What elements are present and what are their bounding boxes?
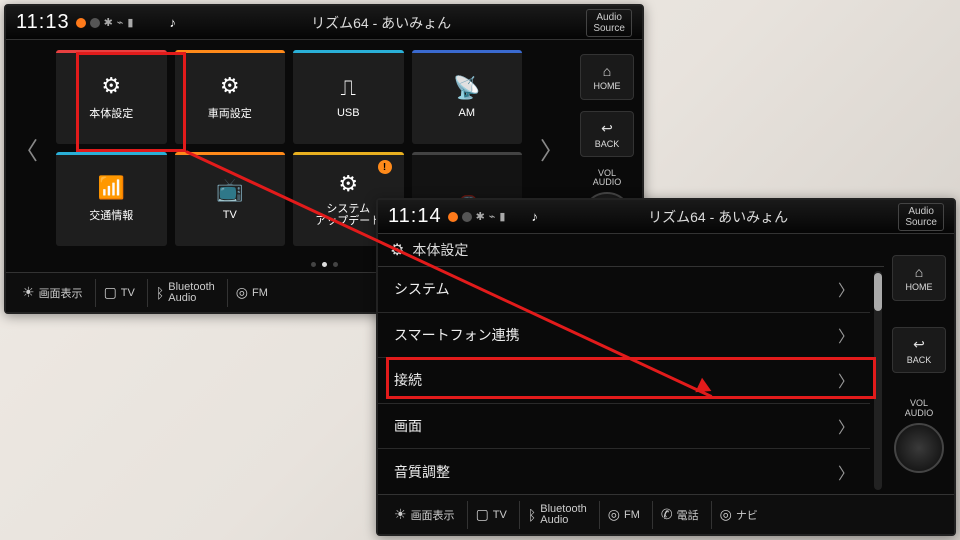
- back-icon: ↩: [601, 120, 613, 137]
- tile-label: 車両設定: [208, 105, 252, 121]
- tile-label: 本体設定: [89, 105, 133, 121]
- audio-source-button[interactable]: Audio Source: [898, 203, 944, 231]
- row-connection[interactable]: 接続〉: [378, 358, 870, 404]
- music-note-icon: ♪: [169, 15, 176, 30]
- back-button[interactable]: ↩BACK: [580, 111, 634, 157]
- radio-icon: ◎: [608, 506, 620, 523]
- tile-usb[interactable]: ⎍ USB: [293, 50, 404, 144]
- settings-header: ⚙ 本体設定: [378, 234, 884, 267]
- brightness-icon: ☀: [394, 506, 407, 523]
- gear-icon: ⚙: [338, 171, 358, 197]
- brightness-button[interactable]: ☀画面表示: [386, 501, 463, 529]
- status-bar: 11:13 ✱ ⌁ ▮ ♪ リズム64 - あいみょん Audio Source: [6, 6, 642, 40]
- status-bar: 11:14 ✱ ⌁ ▮ ♪ リズム64 - あいみょん Audio Source: [378, 200, 954, 234]
- clock: 11:14: [388, 205, 442, 228]
- now-playing[interactable]: リズム64 - あいみょん: [544, 207, 892, 227]
- antenna-icon: 📡: [453, 75, 480, 101]
- settings-list: システム〉 スマートフォン連携〉 接続〉 画面〉 音質調整〉: [378, 267, 884, 494]
- wifi-icon: ⌁: [117, 16, 124, 29]
- audio-source-button[interactable]: Audio Source: [586, 9, 632, 37]
- status-icons: ✱ ⌁ ▮: [448, 210, 506, 223]
- page-prev-button[interactable]: 〈: [6, 40, 46, 256]
- tile-label: AM: [459, 107, 476, 119]
- back-icon: ↩: [913, 336, 925, 353]
- brightness-icon: ☀: [22, 284, 35, 301]
- status-icons: ✱ ⌁ ▮: [76, 16, 134, 29]
- tile-label: 交通情報: [89, 207, 133, 223]
- row-sound[interactable]: 音質調整〉: [378, 449, 870, 494]
- signal-icon: ▮: [127, 16, 133, 29]
- volume-label: VOL AUDIO: [593, 169, 622, 189]
- chevron-right-icon: 〉: [838, 414, 854, 438]
- hardware-side-panel: ⌂HOME ↩BACK VOL AUDIO: [884, 234, 954, 494]
- compass-icon: ◎: [720, 506, 732, 523]
- back-button[interactable]: ↩BACK: [892, 327, 946, 373]
- tile-body-settings[interactable]: ⚙ 本体設定: [56, 50, 167, 144]
- tv-icon: 📺: [216, 177, 243, 203]
- status-dot-grey: [462, 212, 472, 222]
- fm-shortcut[interactable]: ◎FM: [599, 501, 648, 529]
- status-dot-orange: [76, 18, 86, 28]
- bluetooth-icon: ᛒ: [156, 285, 164, 301]
- tile-am[interactable]: 📡 AM: [412, 50, 523, 144]
- home-icon: ⌂: [915, 264, 923, 280]
- music-note-icon: ♪: [531, 209, 538, 224]
- bottom-bar: ☀画面表示 ▢TV ᛒBluetooth Audio ◎FM ✆電話 ◎ナビ: [378, 494, 954, 534]
- bluetooth-icon: ✱: [476, 210, 485, 223]
- tile-traffic-info[interactable]: 📶 交通情報: [56, 152, 167, 246]
- wifi-icon: ⌁: [489, 210, 496, 223]
- scrollbar-thumb[interactable]: [874, 273, 882, 311]
- bt-audio-shortcut[interactable]: ᛒBluetooth Audio: [147, 279, 223, 307]
- tile-tv[interactable]: 📺 TV: [175, 152, 286, 246]
- volume-label: VOL AUDIO: [905, 399, 934, 419]
- gear-icon: ⚙: [101, 73, 121, 99]
- bluetooth-icon: ✱: [104, 16, 113, 29]
- fm-shortcut[interactable]: ◎FM: [227, 279, 276, 307]
- row-smartphone-link[interactable]: スマートフォン連携〉: [378, 313, 870, 359]
- tile-vehicle-settings[interactable]: ⚙ 車両設定: [175, 50, 286, 144]
- tv-shortcut[interactable]: ▢TV: [467, 501, 515, 529]
- volume-dial[interactable]: [894, 423, 944, 473]
- usb-icon: ⎍: [341, 75, 356, 101]
- settings-screen: 11:14 ✱ ⌁ ▮ ♪ リズム64 - あいみょん Audio Source…: [376, 198, 956, 536]
- tv-shortcut[interactable]: ▢TV: [95, 279, 143, 307]
- tv-icon: ▢: [104, 284, 117, 301]
- row-display[interactable]: 画面〉: [378, 404, 870, 450]
- home-icon: ⌂: [603, 63, 611, 79]
- navi-shortcut[interactable]: ◎ナビ: [711, 501, 766, 529]
- phone-shortcut[interactable]: ✆電話: [652, 501, 707, 529]
- signal-bars-icon: 📶: [98, 175, 125, 201]
- home-button[interactable]: ⌂HOME: [580, 54, 634, 100]
- now-playing[interactable]: リズム64 - あいみょん: [182, 13, 580, 33]
- phone-icon: ✆: [661, 506, 673, 523]
- status-dot-orange: [448, 212, 458, 222]
- bluetooth-icon: ᛒ: [528, 507, 536, 523]
- alert-badge: !: [378, 160, 392, 174]
- clock: 11:13: [16, 11, 70, 34]
- signal-icon: ▮: [499, 210, 505, 223]
- tile-label: USB: [337, 107, 360, 119]
- status-dot-grey: [90, 18, 100, 28]
- settings-title: 本体設定: [412, 240, 468, 260]
- chevron-right-icon: 〉: [838, 323, 854, 347]
- chevron-right-icon: 〉: [838, 368, 854, 392]
- chevron-right-icon: 〉: [838, 277, 854, 301]
- bt-audio-shortcut[interactable]: ᛒBluetooth Audio: [519, 501, 595, 529]
- home-button[interactable]: ⌂HOME: [892, 255, 946, 301]
- gear-icon: ⚙: [220, 73, 240, 99]
- chevron-right-icon: 〉: [838, 460, 854, 484]
- tv-icon: ▢: [476, 506, 489, 523]
- brightness-button[interactable]: ☀画面表示: [14, 279, 91, 307]
- radio-icon: ◎: [236, 284, 248, 301]
- tile-label: TV: [223, 209, 237, 221]
